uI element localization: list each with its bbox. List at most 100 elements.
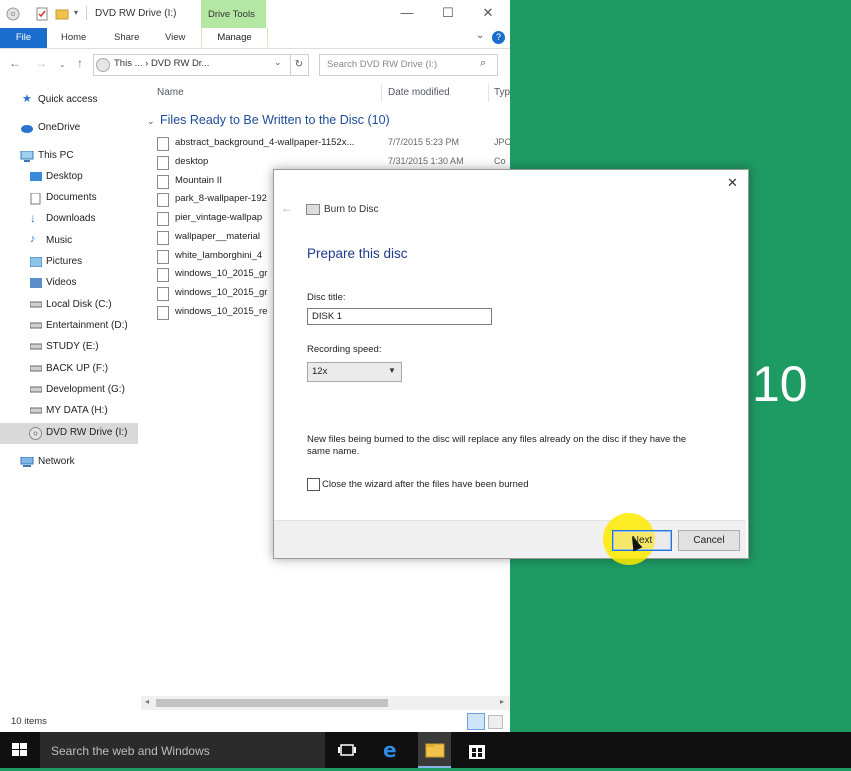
column-header-type[interactable]: Typ — [494, 87, 510, 98]
recording-speed-value: 12x — [312, 366, 328, 377]
svg-text:e: e — [383, 739, 397, 761]
drive-tools-context-tab: Drive Tools — [201, 0, 266, 28]
new-folder-icon[interactable] — [55, 7, 69, 21]
dialog-heading: Prepare this disc — [307, 246, 408, 261]
tab-share[interactable]: Share — [114, 28, 139, 48]
drive-icon — [29, 364, 43, 374]
cloud-icon — [20, 123, 33, 133]
column-divider — [381, 84, 382, 102]
group-collapse-chevron-icon[interactable]: ⌄ — [147, 116, 155, 127]
nav-item-local-disk-c[interactable]: Local Disk (C:) — [0, 295, 140, 316]
task-view-icon[interactable] — [336, 739, 358, 761]
search-placeholder: Search DVD RW Drive (I:) — [327, 59, 438, 70]
nav-item-downloads[interactable]: ↓ Downloads — [0, 209, 140, 230]
nav-item-network[interactable]: Network — [0, 452, 140, 473]
column-header-date-modified[interactable]: Date modified — [388, 87, 450, 98]
file-icon — [157, 250, 169, 264]
up-arrow-icon[interactable]: ↑ — [77, 56, 83, 70]
music-icon: ♪ — [30, 233, 36, 245]
tab-view[interactable]: View — [165, 28, 185, 48]
start-button[interactable] — [0, 732, 40, 768]
cancel-button[interactable]: Cancel — [678, 530, 740, 551]
nav-item-study-e[interactable]: STUDY (E:) — [0, 337, 140, 358]
column-header-name[interactable]: Name — [157, 87, 184, 98]
address-disc-icon — [96, 58, 110, 72]
maximize-button[interactable]: ☐ — [434, 4, 462, 22]
back-arrow-icon[interactable]: ← — [9, 56, 21, 70]
drive-icon — [29, 385, 43, 395]
separator — [86, 6, 87, 20]
drive-icon — [29, 406, 43, 416]
chevron-down-icon: ▼ — [388, 366, 396, 375]
properties-icon[interactable] — [35, 7, 49, 21]
search-icon[interactable]: ⌕ — [480, 57, 486, 70]
drive-icon — [29, 321, 43, 331]
scroll-right-icon[interactable]: ▸ — [500, 697, 504, 706]
quick-access-toolbar-chevron-icon[interactable]: ▾ — [74, 8, 78, 17]
next-button[interactable]: Next — [612, 530, 672, 551]
nav-item-development-g[interactable]: Development (G:) — [0, 380, 140, 401]
nav-item-pictures[interactable]: Pictures — [0, 252, 140, 273]
nav-item-dvd-rw-drive-i[interactable]: DVD RW Drive (I:) — [0, 423, 140, 444]
file-row[interactable]: abstract_background_4-wallpaper-1152x...… — [157, 134, 511, 153]
large-icons-view-icon[interactable] — [488, 715, 503, 729]
close-wizard-checkbox[interactable] — [307, 478, 320, 491]
disc-icon — [6, 7, 20, 21]
disc-title-input[interactable] — [307, 308, 492, 325]
download-icon: ↓ — [30, 211, 36, 225]
nav-item-onedrive[interactable]: OneDrive — [0, 118, 140, 139]
refresh-icon[interactable]: ↻ — [290, 54, 309, 76]
scroll-left-icon[interactable]: ◂ — [145, 697, 149, 706]
tab-manage[interactable]: Manage — [201, 28, 268, 47]
address-path[interactable]: This ... › DVD RW Dr... — [114, 58, 209, 69]
help-icon[interactable]: ? — [492, 31, 505, 44]
file-icon — [157, 175, 169, 189]
nav-item-music[interactable]: ♪ Music — [0, 231, 140, 252]
nav-item-my-data-h[interactable]: MY DATA (H:) — [0, 401, 140, 422]
forward-arrow-icon[interactable]: → — [35, 56, 47, 70]
nav-item-entertainment-d[interactable]: Entertainment (D:) — [0, 316, 140, 337]
file-icon — [157, 193, 169, 207]
computer-icon — [20, 150, 34, 162]
nav-item-quick-access[interactable]: ★ Quick access — [0, 90, 140, 111]
minimize-button[interactable]: — — [393, 4, 421, 22]
file-icon — [157, 268, 169, 282]
drive-icon — [29, 300, 43, 310]
expand-ribbon-icon[interactable]: ⌄ — [476, 30, 484, 41]
address-dropdown-icon[interactable]: ⌄ — [274, 57, 282, 68]
file-icon — [157, 231, 169, 245]
back-arrow-icon[interactable]: ← — [281, 201, 293, 215]
desktop-folder-icon — [30, 172, 42, 182]
scrollbar-thumb[interactable] — [156, 699, 388, 707]
star-icon: ★ — [22, 93, 32, 105]
file-icon — [157, 212, 169, 226]
nav-item-desktop[interactable]: Desktop — [0, 167, 140, 188]
file-icon — [157, 287, 169, 301]
file-explorer-icon[interactable] — [424, 739, 446, 761]
nav-item-this-pc[interactable]: This PC — [0, 146, 140, 167]
nav-item-documents[interactable]: Documents — [0, 188, 140, 209]
burn-disc-icon — [306, 204, 320, 215]
dialog-title: Burn to Disc — [324, 204, 379, 215]
dialog-close-icon[interactable]: ✕ — [727, 175, 738, 191]
dvd-drive-icon — [29, 427, 42, 440]
nav-item-videos[interactable]: Videos — [0, 273, 140, 294]
nav-item-back-up-f[interactable]: BACK UP (F:) — [0, 359, 140, 380]
close-wizard-label[interactable]: Close the wizard after the files have be… — [322, 479, 529, 490]
recent-locations-chevron-icon[interactable]: ⌄ — [59, 60, 66, 69]
disc-title-label: Disc title: — [307, 292, 346, 303]
drive-tools-label: Drive Tools — [208, 9, 255, 20]
group-header[interactable]: Files Ready to Be Written to the Disc (1… — [160, 113, 390, 127]
taskbar-search-placeholder: Search the web and Windows — [51, 744, 210, 758]
tab-file[interactable]: File — [0, 28, 47, 48]
recording-speed-label: Recording speed: — [307, 344, 382, 355]
store-icon[interactable] — [466, 739, 488, 761]
column-divider — [488, 84, 489, 102]
edge-browser-icon[interactable]: e — [380, 738, 402, 762]
tab-home[interactable]: Home — [61, 28, 86, 48]
close-button[interactable]: ✕ — [474, 4, 502, 22]
network-icon — [20, 456, 34, 467]
status-item-count: 10 items — [11, 716, 47, 727]
window-title: DVD RW Drive (I:) — [95, 8, 177, 19]
details-view-icon[interactable] — [467, 713, 485, 730]
